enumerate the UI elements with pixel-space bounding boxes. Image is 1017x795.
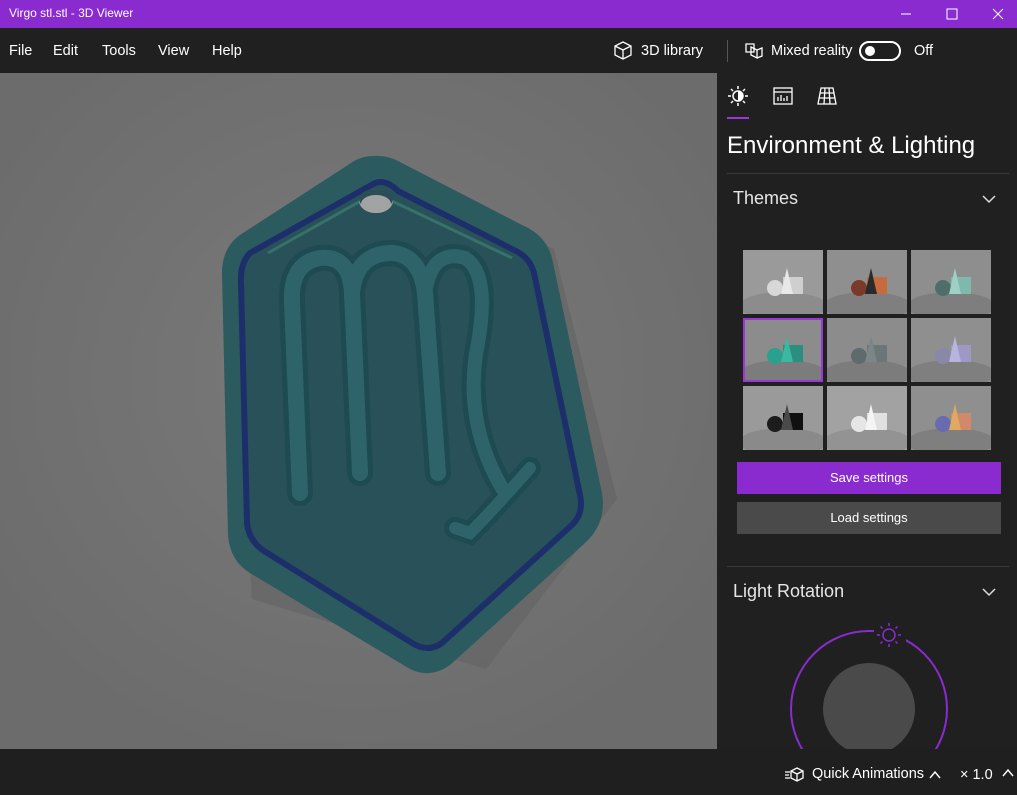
tab-grid-views[interactable] xyxy=(816,85,842,111)
divider xyxy=(727,173,1009,174)
close-button[interactable] xyxy=(975,0,1017,28)
tab-environment-lighting[interactable] xyxy=(727,85,753,111)
tab-stats-shading[interactable] xyxy=(772,85,798,111)
speed-value: × 1.0 xyxy=(960,767,993,783)
theme-thumbnail-dark-orange[interactable] xyxy=(827,250,907,314)
theme-thumbnail-white[interactable] xyxy=(743,250,823,314)
window-title: Virgo stl.stl - 3D Viewer xyxy=(9,6,134,20)
theme-thumbnail-gray[interactable] xyxy=(827,318,907,382)
theme-thumbnail-teal[interactable] xyxy=(743,318,823,382)
chevron-down-icon[interactable] xyxy=(981,584,997,600)
menu-divider xyxy=(727,40,728,62)
menu-file[interactable]: File xyxy=(9,43,32,59)
quick-animations-label: Quick Animations xyxy=(812,766,925,782)
chevron-down-icon[interactable] xyxy=(981,191,997,207)
maximize-icon xyxy=(946,8,958,20)
load-settings-button[interactable]: Load settings xyxy=(737,502,1001,534)
settings-panel: Environment & Lighting Themes Save setti… xyxy=(717,73,1017,749)
maximize-button[interactable] xyxy=(929,0,975,28)
save-settings-button[interactable]: Save settings xyxy=(737,462,1001,494)
toggle-knob xyxy=(865,46,875,56)
theme-thumbnail-bright-white[interactable] xyxy=(827,386,907,450)
minimize-button[interactable] xyxy=(883,0,929,28)
toggle-state-label: Off xyxy=(914,43,934,59)
divider xyxy=(727,566,1009,567)
theme-thumbnail-warm-gold[interactable] xyxy=(911,386,991,450)
mixed-reality-icon xyxy=(745,43,763,60)
menu-tools[interactable]: Tools xyxy=(102,43,136,59)
3d-viewport[interactable] xyxy=(0,73,717,749)
cube-icon xyxy=(614,41,632,60)
menu-view[interactable]: View xyxy=(158,43,189,59)
theme-thumbnail-teal-soft[interactable] xyxy=(911,250,991,314)
mixed-reality-toggle[interactable] xyxy=(859,41,901,61)
virgo-pendant-model[interactable] xyxy=(0,73,717,749)
animation-cube-icon xyxy=(785,767,804,782)
mixed-reality-label: Mixed reality xyxy=(771,43,853,59)
minimize-icon xyxy=(901,13,911,15)
title-bar: Virgo stl.stl - 3D Viewer xyxy=(0,0,1017,28)
menu-help[interactable]: Help xyxy=(212,43,242,59)
sun-icon xyxy=(728,86,748,106)
themes-header[interactable]: Themes xyxy=(733,188,798,209)
panel-title: Environment & Lighting xyxy=(727,132,976,159)
chevron-up-icon xyxy=(929,770,941,779)
animation-speed-control[interactable]: × 1.0 xyxy=(960,765,1014,783)
menu-edit[interactable]: Edit xyxy=(53,43,78,59)
theme-thumbnail-black[interactable] xyxy=(743,386,823,450)
light-rotation-dial[interactable] xyxy=(779,613,959,749)
3d-library-label: 3D library xyxy=(641,43,704,59)
grid-perspective-icon xyxy=(817,87,837,105)
close-icon xyxy=(992,8,1004,20)
chevron-up-icon xyxy=(1002,768,1014,777)
light-rotation-header[interactable]: Light Rotation xyxy=(733,581,844,602)
theme-thumbnail-lavender[interactable] xyxy=(911,318,991,382)
active-tab-indicator xyxy=(727,117,749,119)
chart-grid-icon xyxy=(773,87,793,105)
menu-bar: File Edit Tools View Help 3D library Mix… xyxy=(0,28,1017,73)
status-bar: Quick Animations × 1.0 xyxy=(0,749,1017,795)
